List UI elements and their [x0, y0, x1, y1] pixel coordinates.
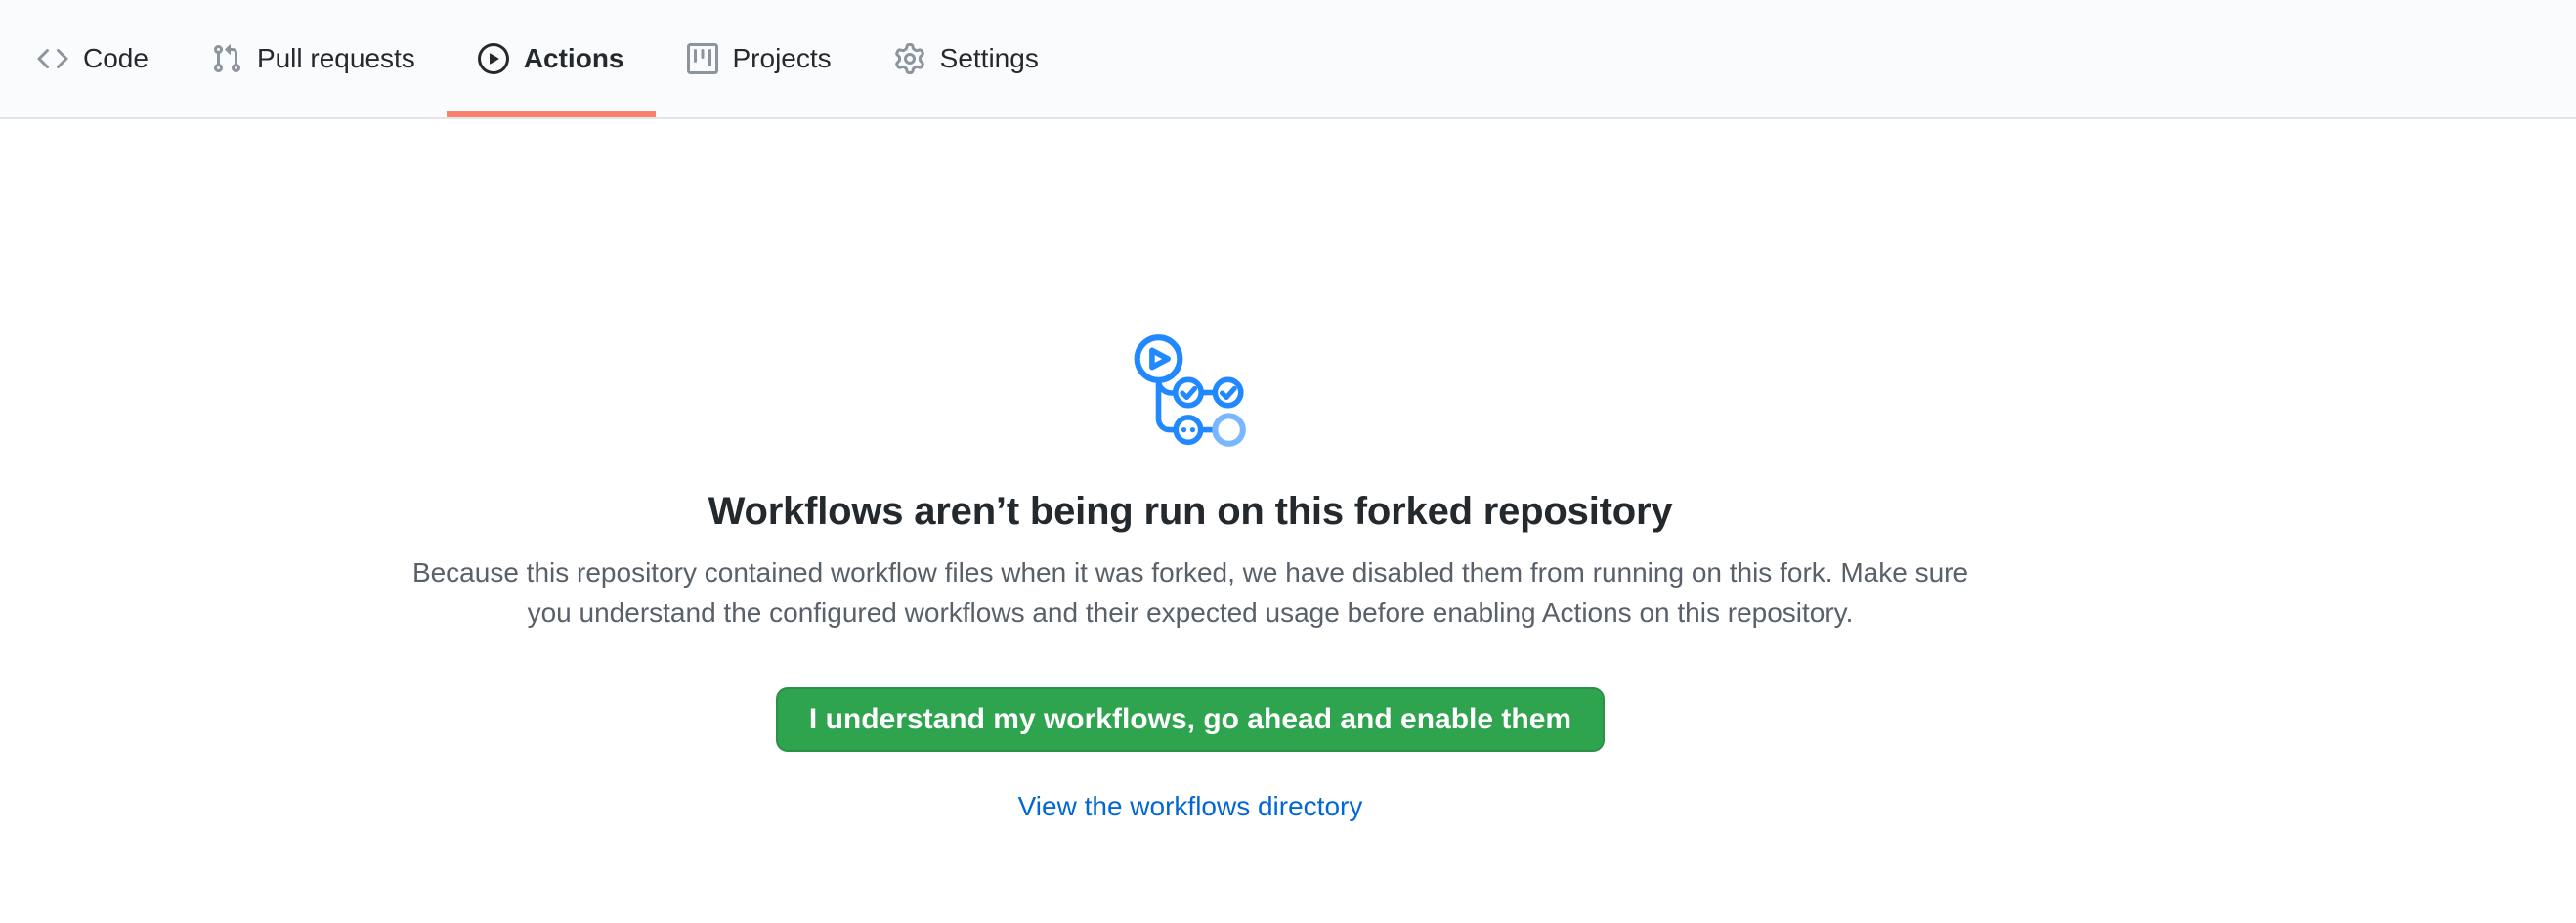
- tab-label: Pull requests: [257, 45, 415, 72]
- tab-label: Code: [83, 45, 149, 72]
- tab-label: Projects: [733, 45, 832, 72]
- enable-workflows-button[interactable]: I understand my workflows, go ahead and …: [776, 687, 1605, 752]
- project-board-icon: [687, 43, 718, 74]
- git-pull-request-icon: [211, 43, 242, 74]
- tab-projects[interactable]: Projects: [656, 0, 863, 117]
- tab-actions[interactable]: Actions: [447, 0, 656, 117]
- gear-icon: [894, 43, 925, 74]
- blankslate-heading: Workflows aren’t being run on this forke…: [708, 488, 1673, 535]
- workflow-graph-icon: [1126, 328, 1255, 457]
- tab-settings[interactable]: Settings: [863, 0, 1070, 117]
- tab-pull-requests[interactable]: Pull requests: [180, 0, 447, 117]
- code-icon: [37, 43, 68, 74]
- repo-nav: Code Pull requests Actions Projects Sett…: [0, 0, 2576, 119]
- view-workflows-directory-link[interactable]: View the workflows directory: [1018, 791, 1363, 822]
- tab-label: Settings: [940, 45, 1039, 72]
- actions-disabled-blankslate: Workflows aren’t being run on this forke…: [0, 119, 2381, 822]
- tab-code[interactable]: Code: [6, 0, 180, 117]
- tab-label: Actions: [524, 45, 624, 72]
- blankslate-description: Because this repository contained workfl…: [399, 552, 1982, 633]
- play-circle-icon: [478, 43, 509, 74]
